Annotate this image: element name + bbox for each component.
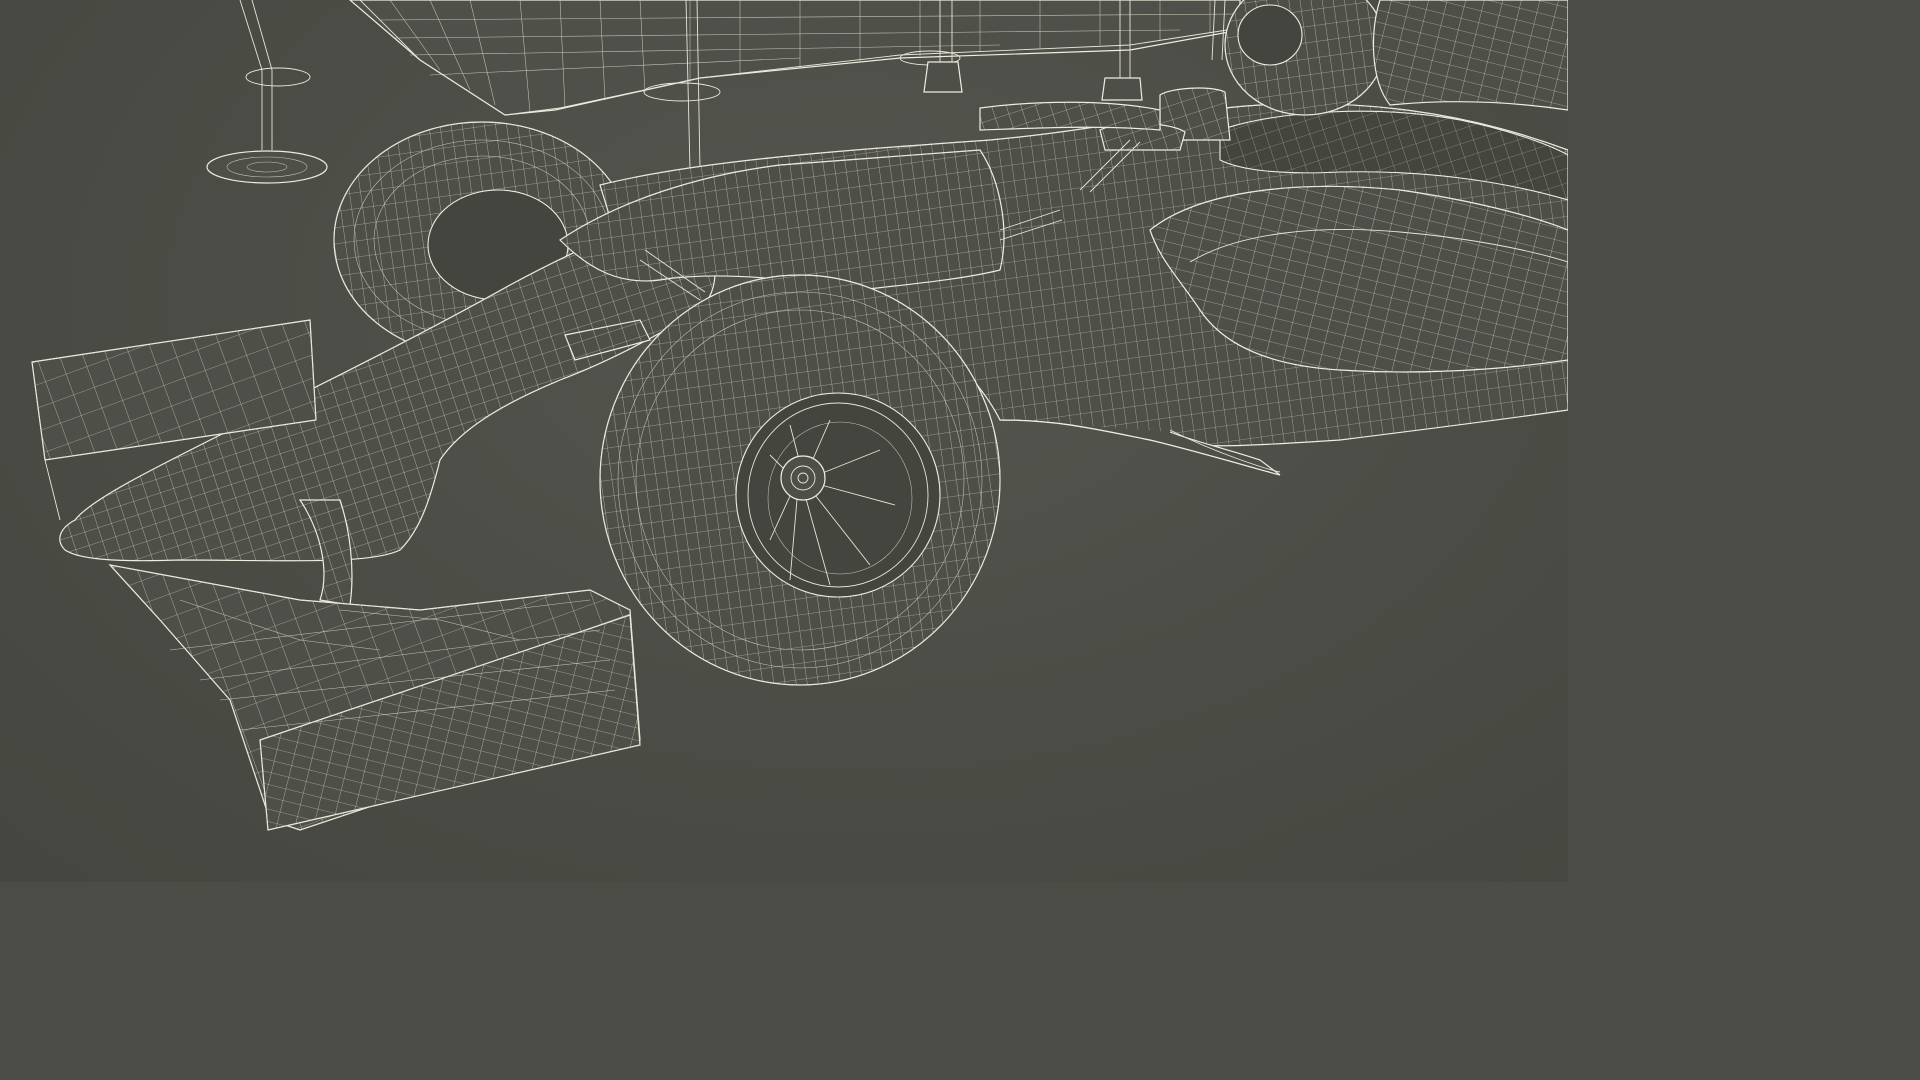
rear-right-tire (1224, 0, 1568, 116)
wireframe-car-render (31, 0, 1568, 831)
render-viewport (0, 0, 1568, 882)
